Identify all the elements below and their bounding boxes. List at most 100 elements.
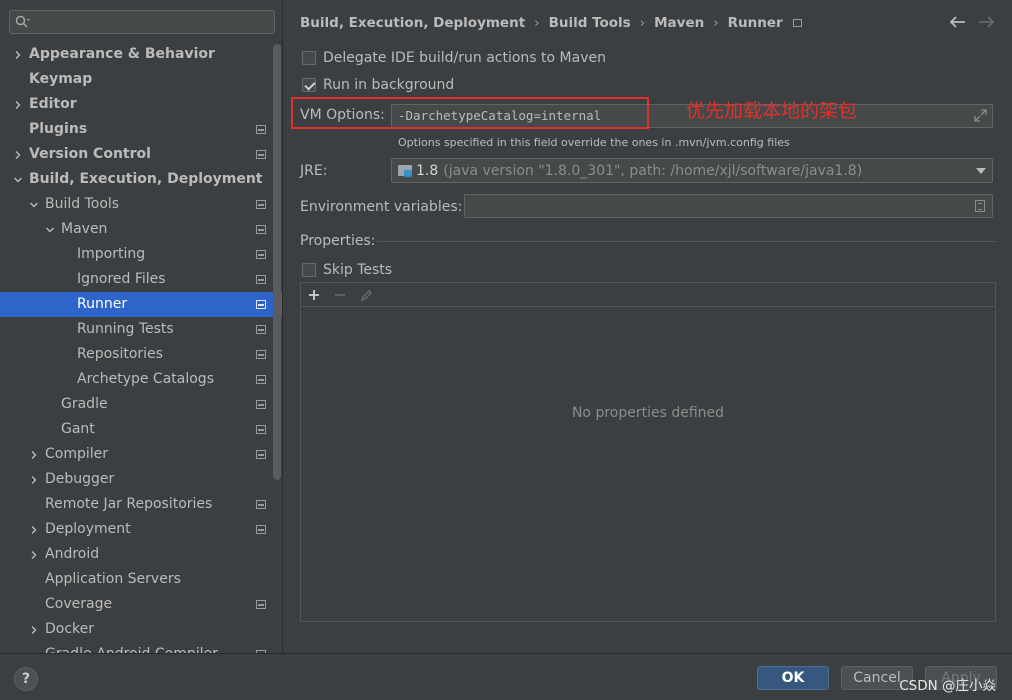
project-scope-icon <box>256 425 266 434</box>
sidebar-item-label: Build Tools <box>45 196 120 212</box>
chevron-right-icon[interactable] <box>12 142 24 167</box>
sidebar-item-label: Appearance & Behavior <box>29 46 215 62</box>
sidebar-item-label: Coverage <box>45 596 113 612</box>
project-scope-icon <box>256 300 266 309</box>
sidebar-item-label: Gradle-Android Compiler <box>45 642 218 653</box>
annotation-highlight-box <box>291 97 649 129</box>
chevron-down-icon[interactable] <box>28 192 40 217</box>
annotation-text: 优先加载本地的架包 <box>686 100 858 122</box>
sidebar-item-keymap[interactable]: Keymap <box>0 67 282 92</box>
sidebar-item-label: Ignored Files <box>77 271 166 287</box>
chevron-down-icon[interactable] <box>44 217 56 242</box>
project-scope-icon <box>256 150 266 159</box>
sidebar-item-deployment[interactable]: Deployment <box>0 517 282 542</box>
properties-toolbar <box>301 283 995 307</box>
properties-empty-text: No properties defined <box>571 405 725 421</box>
remove-property-button[interactable] <box>330 285 350 305</box>
jre-version: 1.8 <box>416 162 439 179</box>
sidebar-item-label: Gant <box>61 421 95 437</box>
delegate-checkbox[interactable] <box>302 51 316 65</box>
sidebar-item-docker[interactable]: Docker <box>0 617 282 642</box>
breadcrumb: Build, Execution, Deployment › Build Too… <box>300 14 802 32</box>
project-scope-icon <box>792 19 802 27</box>
document-icon <box>975 200 985 212</box>
expand-icon[interactable] <box>974 109 987 122</box>
sidebar-item-gant[interactable]: Gant <box>0 417 282 442</box>
sidebar-item-runner[interactable]: Runner <box>0 292 282 317</box>
sidebar-item-android[interactable]: Android <box>0 542 282 567</box>
chevron-right-icon[interactable] <box>28 517 40 542</box>
sidebar-item-running-tests[interactable]: Running Tests <box>0 317 282 342</box>
project-scope-icon <box>256 500 266 509</box>
project-scope-icon <box>256 225 266 234</box>
chevron-right-icon[interactable] <box>12 42 24 67</box>
dropdown-arrow-icon <box>976 168 986 174</box>
delegate-label: Delegate IDE build/run actions to Maven <box>323 50 606 66</box>
sidebar-item-label: Docker <box>45 621 95 637</box>
background-checkbox[interactable] <box>302 78 316 92</box>
edit-property-button[interactable] <box>356 285 376 305</box>
chevron-right-icon[interactable] <box>12 92 24 117</box>
sidebar-item-build-tools[interactable]: Build Tools <box>0 192 282 217</box>
chevron-down-icon[interactable] <box>12 167 24 192</box>
chevron-right-icon[interactable] <box>28 467 40 492</box>
jre-dropdown[interactable]: 1.8 (java version "1.8.0_301", path: /ho… <box>391 158 993 183</box>
back-button[interactable] <box>948 12 968 32</box>
properties-table: No properties defined <box>300 282 996 622</box>
sidebar-item-debugger[interactable]: Debugger <box>0 467 282 492</box>
chevron-right-icon: › <box>639 15 646 31</box>
minus-icon <box>335 294 345 296</box>
chevron-right-icon[interactable] <box>28 542 40 567</box>
chevron-right-icon[interactable] <box>28 617 40 642</box>
project-scope-icon <box>256 275 266 284</box>
sidebar-item-gradle-android-compiler[interactable]: Gradle-Android Compiler <box>0 642 282 653</box>
help-button[interactable]: ? <box>14 667 38 691</box>
project-scope-icon <box>256 250 266 259</box>
sidebar-scrollbar[interactable] <box>273 44 281 480</box>
project-scope-icon <box>256 350 266 359</box>
sidebar-item-label: Running Tests <box>77 321 174 337</box>
sidebar-item-coverage[interactable]: Coverage <box>0 592 282 617</box>
ok-button[interactable]: OK <box>757 666 829 690</box>
sidebar-item-label: Compiler <box>45 446 109 462</box>
sidebar-item-repositories[interactable]: Repositories <box>0 342 282 367</box>
delegate-option[interactable]: Delegate IDE build/run actions to Maven <box>302 48 606 68</box>
sidebar-item-label: Archetype Catalogs <box>77 371 214 387</box>
pencil-icon <box>360 289 372 301</box>
sidebar-item-archetype-catalogs[interactable]: Archetype Catalogs <box>0 367 282 392</box>
env-variables-input[interactable] <box>464 194 993 218</box>
add-property-button[interactable] <box>304 285 324 305</box>
sidebar-item-label: Gradle <box>61 396 108 412</box>
sidebar-item-maven[interactable]: Maven <box>0 217 282 242</box>
background-option[interactable]: Run in background <box>302 75 454 95</box>
sidebar-item-compiler[interactable]: Compiler <box>0 442 282 467</box>
background-label: Run in background <box>323 77 455 93</box>
skip-tests-option[interactable]: Skip Tests <box>302 260 392 280</box>
sidebar-item-importing[interactable]: Importing <box>0 242 282 267</box>
sidebar-item-label: Deployment <box>45 521 131 537</box>
skip-tests-checkbox[interactable] <box>302 263 316 277</box>
project-scope-icon <box>256 375 266 384</box>
sidebar-item-label: Application Servers <box>45 571 181 587</box>
sidebar-item-version-control[interactable]: Version Control <box>0 142 282 167</box>
env-edit-button[interactable] <box>972 199 988 215</box>
sidebar-item-application-servers[interactable]: Application Servers <box>0 567 282 592</box>
sidebar-item-label: Editor <box>29 96 77 112</box>
sidebar-item-label: Android <box>45 546 100 562</box>
sidebar-item-ignored-files[interactable]: Ignored Files <box>0 267 282 292</box>
sidebar-item-appearance-behavior[interactable]: Appearance & Behavior <box>0 42 282 67</box>
env-variables-label: Environment variables: <box>300 199 463 215</box>
settings-search-input[interactable] <box>9 10 275 34</box>
chevron-right-icon: › <box>713 15 719 31</box>
project-scope-icon <box>256 525 266 534</box>
sidebar-item-plugins[interactable]: Plugins <box>0 117 282 142</box>
sidebar-item-remote-jar-repositories[interactable]: Remote Jar Repositories <box>0 492 282 517</box>
sidebar-item-build-execution-deployment[interactable]: Build, Execution, Deployment <box>0 167 282 192</box>
forward-button[interactable] <box>976 12 996 32</box>
sidebar-item-editor[interactable]: Editor <box>0 92 282 117</box>
chevron-right-icon[interactable] <box>28 442 40 467</box>
project-scope-icon <box>256 600 266 609</box>
watermark: CSDN @庄小焱 <box>899 678 996 694</box>
sidebar-item-gradle[interactable]: Gradle <box>0 392 282 417</box>
sidebar-item-label: Repositories <box>77 346 163 362</box>
